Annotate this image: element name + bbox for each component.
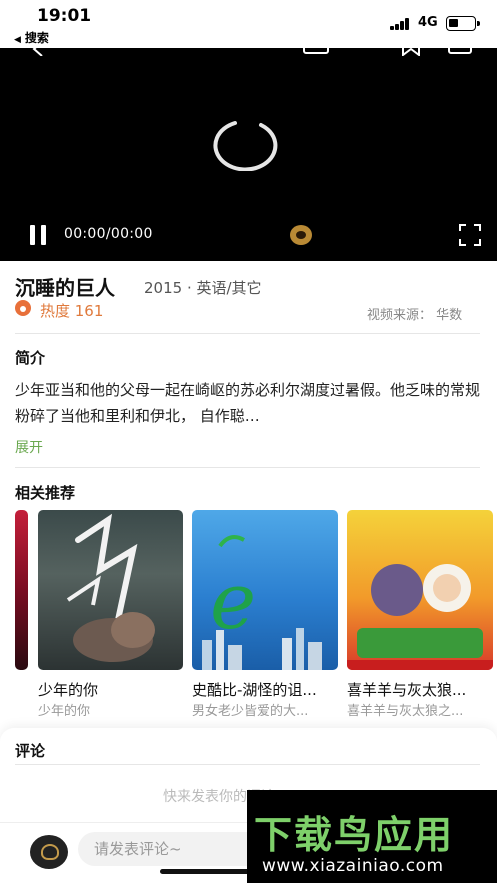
back-icon[interactable] bbox=[30, 48, 46, 56]
synopsis-text: 少年亚当和他的父母一起在崎岖的苏必利尔湖度过暑假。他乏味的常规粉碎了当他和里利和… bbox=[15, 381, 481, 425]
time-display: 00:00/00:00 bbox=[64, 226, 153, 242]
heat-count: 热度 161 bbox=[40, 302, 104, 320]
divider bbox=[15, 333, 480, 334]
status-time: 19:01 bbox=[37, 6, 92, 26]
video-title: 沉睡的巨人 bbox=[15, 276, 115, 300]
synopsis-heading: 简介 bbox=[15, 349, 46, 367]
reco-subtitle-1: 男女老少皆爱的大... bbox=[192, 704, 309, 719]
loading-spinner-icon bbox=[213, 121, 278, 171]
divider bbox=[15, 764, 480, 765]
expand-link[interactable]: 展开 bbox=[15, 437, 43, 457]
watermark-url: www.xiazainiao.com bbox=[262, 856, 444, 876]
reco-title-1[interactable]: 史酷比-湖怪的诅... bbox=[192, 679, 340, 700]
reco-partial-poster[interactable] bbox=[15, 510, 28, 670]
reco-title-2[interactable]: 喜羊羊与灰太狼... bbox=[347, 679, 495, 700]
video-meta: 2015 · 英语/其它 bbox=[144, 279, 262, 297]
recommendations-heading: 相关推荐 bbox=[15, 484, 76, 502]
progress-knob-icon[interactable] bbox=[290, 225, 312, 245]
pause-icon[interactable] bbox=[28, 225, 48, 245]
reco-poster-2[interactable] bbox=[347, 510, 493, 670]
fullscreen-icon[interactable] bbox=[459, 224, 481, 246]
divider bbox=[15, 467, 480, 468]
video-source: 视频来源： 华数 bbox=[367, 308, 463, 323]
watermark-name: 下载鸟应用 bbox=[254, 813, 455, 857]
battery-icon bbox=[446, 16, 480, 31]
fire-icon bbox=[15, 300, 31, 316]
reco-title-0[interactable]: 少年的你 bbox=[38, 679, 183, 700]
bookmark-icon[interactable] bbox=[402, 48, 420, 56]
network-type: 4G bbox=[418, 15, 438, 30]
avatar-icon[interactable] bbox=[30, 835, 68, 869]
reco-poster-0[interactable] bbox=[38, 510, 183, 670]
back-label: 搜索 bbox=[24, 31, 49, 45]
back-arrow-icon: ◀ bbox=[14, 35, 21, 45]
back-to-search-link[interactable]: ◀ 搜索 bbox=[14, 29, 49, 46]
comments-heading: 评论 bbox=[15, 742, 46, 760]
reco-poster-1[interactable]: e bbox=[192, 510, 338, 670]
reco-subtitle-2: 喜羊羊与灰太狼之... bbox=[347, 704, 464, 719]
tv-cast-icon[interactable] bbox=[303, 48, 329, 54]
share-icon[interactable] bbox=[448, 48, 472, 54]
status-bar: 19:01 ◀ 搜索 4G bbox=[0, 0, 497, 48]
video-player[interactable]: 00:00/00:00 bbox=[0, 48, 497, 261]
signal-icon bbox=[390, 18, 412, 30]
reco-subtitle-0: 少年的你 bbox=[38, 704, 91, 719]
